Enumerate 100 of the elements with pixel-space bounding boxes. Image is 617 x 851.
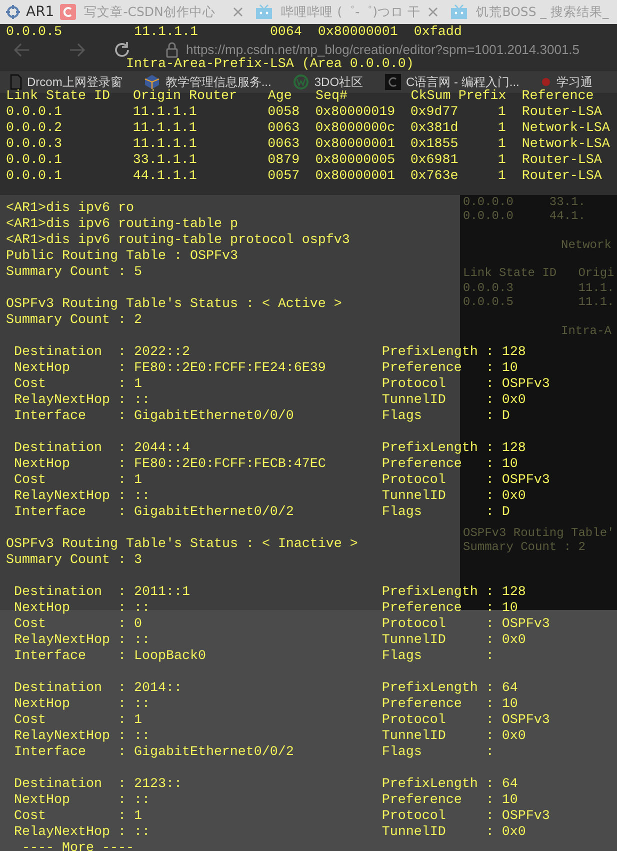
route-field: Destination : 2011::1 xyxy=(6,585,382,601)
route-field: Cost : 0 xyxy=(6,617,382,633)
table-cell-text: Network-LSA xyxy=(522,137,611,153)
column-header: Link State ID xyxy=(6,89,111,105)
route-field: Cost : 1 xyxy=(6,713,382,729)
table-cell-text: Router-LSA xyxy=(522,105,603,121)
terminal-line: Network xyxy=(561,238,612,252)
table-cell: 0x6981 xyxy=(410,153,458,169)
table-cell-text: 1 xyxy=(496,105,507,121)
table-cell-text: Router-LSA xyxy=(522,153,603,169)
bookmark[interactable]: 3DO社区 xyxy=(293,73,364,91)
route-field: Flags : xyxy=(382,745,494,761)
table-cell-text: 11.1.1.1 xyxy=(132,121,198,137)
route-field: Preference : 10 xyxy=(382,793,518,809)
reload-icon[interactable] xyxy=(113,41,131,59)
tv-icon xyxy=(450,4,468,20)
terminal-line: OSPFv3 Routing Table's Status : < Active > xyxy=(6,297,342,313)
route-field: PrefixLength : 128 xyxy=(382,585,526,601)
table-cell: 0x9d77 xyxy=(410,105,458,121)
route-field: Interface : GigabitEthernet0/0/0 xyxy=(6,409,382,425)
column-header: Reference xyxy=(522,89,595,105)
terminal-line: Summary Count : 5 xyxy=(6,265,142,281)
table-cell-text: 0879 xyxy=(268,153,301,169)
route-field: Protocol : OSPFv3 xyxy=(382,617,550,633)
table-cell-text: 0057 xyxy=(268,169,301,185)
table-cell-text: 0x80000001 xyxy=(318,25,399,41)
route-field: Flags : xyxy=(382,649,494,665)
dot-icon xyxy=(541,77,552,87)
terminal-line: Summary Count : 2 xyxy=(6,313,142,329)
terminal-line: 0.0.0.5 11.1. xyxy=(463,295,616,310)
close-icon[interactable] xyxy=(233,7,244,17)
table-cell-text: Router-LSA xyxy=(522,169,603,185)
route-field: TunnelID : 0x0 xyxy=(382,633,526,649)
table-cell-text: 44.1.1.1 xyxy=(132,169,198,185)
route-field: NextHop : :: xyxy=(6,697,382,713)
route-field: Cost : 1 xyxy=(6,377,382,393)
forward-arrow-icon[interactable] xyxy=(69,43,85,57)
table-cell-text: 0.0.0.2 xyxy=(6,121,63,137)
column-header: Origin Router xyxy=(132,89,238,105)
table-cell-text: 11.1.1.1 xyxy=(132,105,198,121)
terminal-line: 0.0.0.0 33.1. xyxy=(463,195,586,210)
terminal-line: <AR1>dis ipv6 ro xyxy=(6,201,134,217)
tab-icon xyxy=(60,4,76,20)
router-icon xyxy=(4,4,22,20)
route-field: Flags : D xyxy=(382,505,510,521)
route-field: Destination : 2014:: xyxy=(6,681,382,697)
table-cell-text: 0x80000019 xyxy=(315,105,396,121)
route-field: NextHop : FE80::2E0:FCFF:FECB:47EC xyxy=(6,457,382,473)
route-field: Protocol : OSPFv3 xyxy=(382,713,550,729)
terminal-line: Public Routing Table : OSPFv3 xyxy=(6,249,238,265)
table-cell-text: 0.0.0.1 xyxy=(6,105,63,121)
column-header: CkSum xyxy=(410,89,452,105)
route-field: RelayNextHop : :: xyxy=(6,825,382,841)
table-cell-text: 0.0.0.3 xyxy=(6,137,63,153)
route-field: Protocol : OSPFv3 xyxy=(382,809,550,825)
route-field: TunnelID : 0x0 xyxy=(382,489,526,505)
terminal-line: OSPFv3 Routing Table's Status : < Inactive > xyxy=(6,537,358,553)
route-field: Preference : 10 xyxy=(382,361,518,377)
terminal-line: Summary Count : 3 xyxy=(6,553,142,569)
terminal-line: Link State ID Origi xyxy=(463,266,616,281)
route-field: Protocol : OSPFv3 xyxy=(382,473,550,489)
back-arrow-icon[interactable] xyxy=(14,43,30,57)
table-cell-text: 0063 xyxy=(268,121,301,137)
route-field: PrefixLength : 128 xyxy=(382,441,526,457)
table-cell-text: 0.0.0.5 xyxy=(6,25,63,41)
table-cell-text: 0063 xyxy=(268,137,301,153)
column-header: Seq# xyxy=(315,89,348,105)
column-header: Prefix xyxy=(458,89,508,105)
route-field: RelayNextHop : :: xyxy=(6,489,382,505)
route-field: Preference : 10 xyxy=(382,457,518,473)
table-cell-text: 0064 xyxy=(270,25,303,41)
table-cell-text: 0x80000005 xyxy=(315,153,396,169)
route-field: NextHop : FE80::2E0:FCFF:FE24:6E39 xyxy=(6,361,382,377)
route-field: Destination : 2022::2 xyxy=(6,345,382,361)
route-field: Destination : 2123:: xyxy=(6,777,382,793)
route-field: Interface : GigabitEthernet0/0/2 xyxy=(6,505,382,521)
window-title: AR1 xyxy=(26,2,54,22)
table-cell-text: 0058 xyxy=(268,105,301,121)
route-field: Preference : 10 xyxy=(382,697,518,713)
table-cell-text: Network-LSA xyxy=(522,121,611,137)
route-field: Cost : 1 xyxy=(6,809,382,825)
cube-icon xyxy=(144,74,160,90)
table-cell-text: 0x80000001 xyxy=(315,169,396,185)
route-field: PrefixLength : 64 xyxy=(382,681,518,697)
table-cell: 0x763e xyxy=(410,169,458,185)
route-field: Cost : 1 xyxy=(6,473,382,489)
route-field: TunnelID : 0x0 xyxy=(382,825,526,841)
route-field: PrefixLength : 128 xyxy=(382,345,526,361)
route-field: PrefixLength : 64 xyxy=(382,777,518,793)
route-field: RelayNextHop : :: xyxy=(6,729,382,745)
route-field: Interface : LoopBack0 xyxy=(6,649,382,665)
close-icon[interactable] xyxy=(428,7,438,17)
route-field: Protocol : OSPFv3 xyxy=(382,377,550,393)
square-icon xyxy=(385,74,402,90)
table-cell-text: 1 xyxy=(496,169,507,185)
circle-icon xyxy=(293,74,310,90)
terminal-line: <AR1>dis ipv6 routing-table p xyxy=(6,217,238,233)
table-cell-text: 11.1.1.1 xyxy=(134,25,199,41)
tv-icon xyxy=(255,4,274,20)
route-field: Flags : D xyxy=(382,409,510,425)
